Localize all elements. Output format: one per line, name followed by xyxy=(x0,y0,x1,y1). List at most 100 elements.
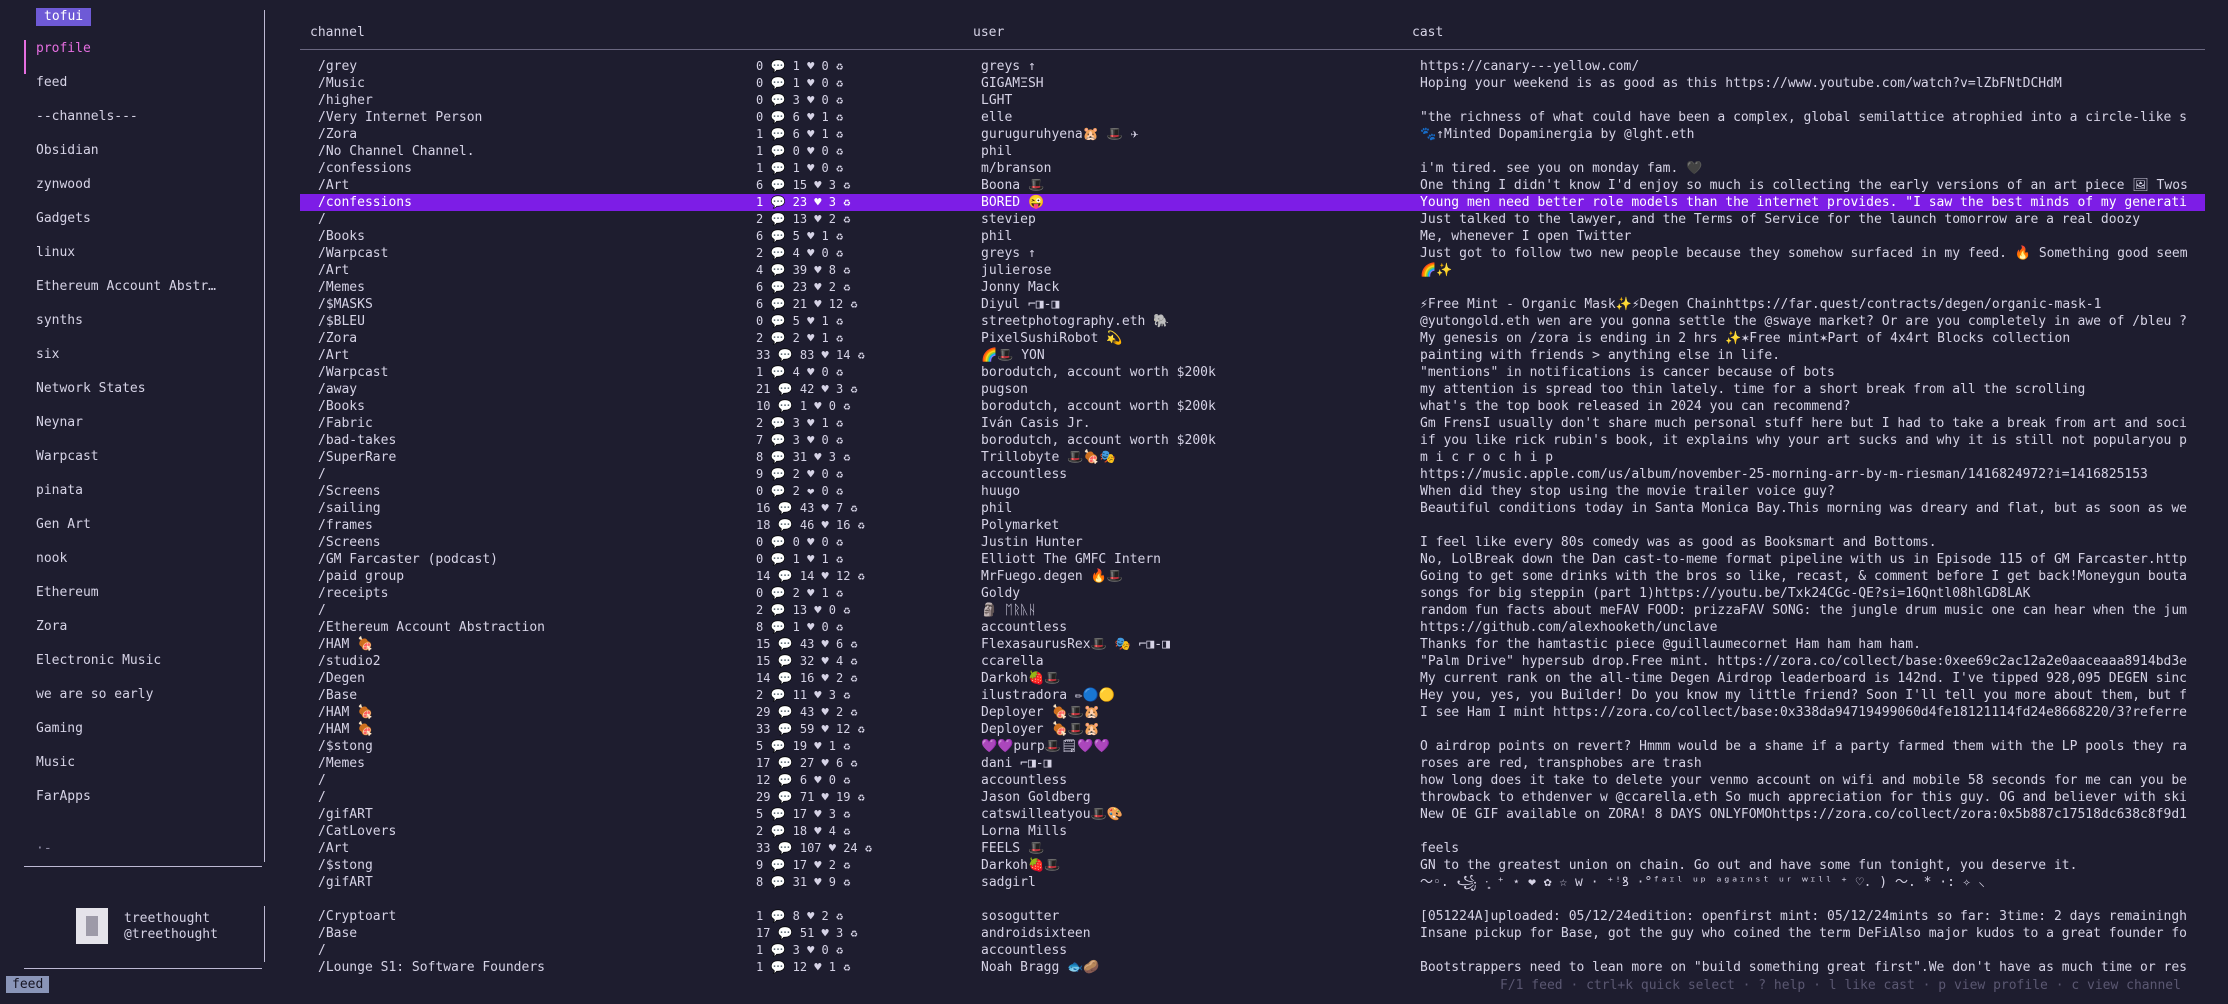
cast-row[interactable]: /HAM 🍖 33 💬 59 ♥ 12 ♻ Deployer 🍖🎩🐹 xyxy=(300,721,2205,738)
cast-row[interactable]: /Cryptoart 1 💬 8 ♥ 2 ♻ sosogutter [051224A]… xyxy=(300,908,2205,925)
user-cell: Elliott The GMFC Intern xyxy=(981,552,1162,567)
cast-row[interactable]: /$stong 9 💬 17 ♥ 2 ♻ Darkoh🍓🎩 GN to the gre… xyxy=(300,857,2205,874)
stats-cell: 0 💬 3 ♥ 0 ♻ xyxy=(756,93,844,107)
cast-row[interactable]: /Base 17 💬 51 ♥ 3 ♻ androidsixteen Insane p… xyxy=(300,925,2205,942)
cast-row[interactable]: /away 21 💬 42 ♥ 3 ♻ pugson my attention is … xyxy=(300,381,2205,398)
sidebar-item-profile[interactable]: profile xyxy=(24,40,264,74)
sidebar-item-farapps[interactable]: FarApps xyxy=(24,788,264,822)
cast-row[interactable]: /Music 0 💬 1 ♥ 0 ♻ GIGAMΞSH Hoping your wee… xyxy=(300,75,2205,92)
cast-row[interactable]: /CatLovers 2 💬 18 ♥ 4 ♻ Lorna Mills xyxy=(300,823,2205,840)
channel-cell: /$MASKS xyxy=(318,297,373,312)
stats-cell: 0 💬 1 ♥ 0 ♻ xyxy=(756,59,844,73)
cast-row[interactable]: /gifART 8 💬 31 ♥ 9 ♻ sadgirl ～◦. ꧁ ·̩͙ ⁺ ⋆ … xyxy=(300,874,2205,891)
sidebar-item-warpcast[interactable]: Warpcast xyxy=(24,448,264,482)
user-avatar[interactable] xyxy=(76,908,108,944)
user-cell: Polymarket xyxy=(981,518,1060,533)
cast-row[interactable]: /Memes 6 💬 23 ♥ 2 ♻ Jonny Mack xyxy=(300,279,2205,296)
user-cell: GIGAMΞSH xyxy=(981,76,1044,91)
channel-cell: /Art xyxy=(318,263,350,278)
sidebar-item-six[interactable]: six xyxy=(24,346,264,380)
cast-row[interactable]: /$MASKS 6 💬 21 ♥ 12 ♻ Diyul ⌐◨-◨ ⚡Free Mint… xyxy=(300,296,2205,313)
cast-row[interactable]: /Screens 0 💬 2 ❤ 0 ♻ huugo When did they st… xyxy=(300,483,2205,500)
cast-row[interactable]: /No Channel Channel. 1 💬 0 ♥ 0 ♻ phil xyxy=(300,143,2205,160)
cast-row[interactable]: /Lounge S1: Software Founders 1 💬 12 ♥ 1 … xyxy=(300,959,2205,976)
cast-row[interactable]: /Very Internet Person 0 💬 6 ♥ 1 ♻ elle "the… xyxy=(300,109,2205,126)
cast-row[interactable]: /grey 0 💬 1 ♥ 0 ♻ greys ↑ https://canary---… xyxy=(300,58,2205,75)
sidebar-item-gen-art[interactable]: Gen Art xyxy=(24,516,264,550)
cast-row[interactable]: / 2 💬 13 ♥ 2 ♻ steviep Just talked to the l… xyxy=(300,211,2205,228)
sidebar-item-channels[interactable]: --channels--- xyxy=(24,108,264,142)
cast-row[interactable]: /Art 33 💬 83 ♥ 14 ♻ 🌈🎩 YON painting with fr… xyxy=(300,347,2205,364)
cast-row[interactable]: /Memes 17 💬 27 ♥ 6 ♻ dani ⌐◨-◨ roses are re… xyxy=(300,755,2205,772)
cast-row[interactable]: /Fabric 2 💬 3 ♥ 1 ♻ Iván Casis Jr. Gm Frens… xyxy=(300,415,2205,432)
cast-row[interactable]: /Art 33 💬 107 ♥ 24 ♻ FEELS 🎩 feels xyxy=(300,840,2205,857)
user-cell: phil xyxy=(981,501,1013,516)
sidebar-item-music[interactable]: Music xyxy=(24,754,264,788)
cast-row[interactable]: /HAM 🍖 29 💬 43 ♥ 2 ♻ Deployer 🍖🎩🐹 I see Ham… xyxy=(300,704,2205,721)
sidebar-item-zora[interactable]: Zora xyxy=(24,618,264,652)
cast-row[interactable]: /Base 2 💬 11 ♥ 3 ♻ ilustradora ✏🔵🟡 Hey you,… xyxy=(300,687,2205,704)
stats-cell: 33 💬 83 ♥ 14 ♻ xyxy=(756,348,865,362)
cast-row[interactable]: /bad-takes 7 💬 3 ♥ 0 ♻ borodutch, account … xyxy=(300,432,2205,449)
cast-cell: No, LolBreak down the Dan cast-to-meme f… xyxy=(1420,552,2188,567)
cast-row[interactable]: /Ethereum Account Abstraction 8 💬 1 ♥ 0 ♻… xyxy=(300,619,2205,636)
cast-row[interactable]: /Art 4 💬 39 ♥ 8 ♻ julierose 🌈✨ xyxy=(300,262,2205,279)
cast-row[interactable]: /receipts 0 💬 2 ♥ 1 ♻ Goldy songs for big s… xyxy=(300,585,2205,602)
sidebar-item-zynwood[interactable]: zynwood xyxy=(24,176,264,210)
sidebar-item-ethereum[interactable]: Ethereum xyxy=(24,584,264,618)
cast-row[interactable]: /Zora 1 💬 6 ♥ 1 ♻ guruguruhyena🐹 🎩 ✈ 🐾↑Mint… xyxy=(300,126,2205,143)
cast-cell: [051224A]uploaded: 05/12/24edition: open… xyxy=(1420,909,2188,924)
cast-cell: 🐾↑Minted Dopaminergia by @lght.eth xyxy=(1420,127,1695,142)
cast-row[interactable]: /$stong 5 💬 19 ♥ 1 ♻ 💜💜purp🎩🗒💜💜 O airdrop p… xyxy=(300,738,2205,755)
sidebar-item-synths[interactable]: synths xyxy=(24,312,264,346)
sidebar-item-network-states[interactable]: Network States xyxy=(24,380,264,414)
cast-row[interactable]: /Art 6 💬 15 ♥ 3 ♻ Boona 🎩 One thing I didn'… xyxy=(300,177,2205,194)
sidebar-item-ethereum-account-abstr[interactable]: Ethereum Account Abstr… xyxy=(24,278,264,312)
cast-row[interactable]: /higher 0 💬 3 ♥ 0 ♻ LGHT xyxy=(300,92,2205,109)
cast-row[interactable]: /confessions 1 💬 23 ♥ 3 ♻ BORED 😜 Young men… xyxy=(300,194,2205,211)
cast-row[interactable]: /GM Farcaster (podcast) 0 💬 1 ♥ 1 ♻ Elliot… xyxy=(300,551,2205,568)
stats-cell: 9 💬 17 ♥ 2 ♻ xyxy=(756,858,851,872)
user-cell: 🌈🎩 YON xyxy=(981,348,1045,363)
channel-cell: /Base xyxy=(318,688,358,703)
sidebar-item-we-are-so-early[interactable]: we are so early xyxy=(24,686,264,720)
sidebar-item-neynar[interactable]: Neynar xyxy=(24,414,264,448)
sidebar-item-gadgets[interactable]: Gadgets xyxy=(24,210,264,244)
cast-row[interactable]: /Warpcast 2 💬 4 ♥ 0 ♻ greys ↑ Just got to f… xyxy=(300,245,2205,262)
stats-cell: 10 💬 1 ♥ 0 ♻ xyxy=(756,399,851,413)
cast-row[interactable]: /studio2 15 💬 32 ♥ 4 ♻ ccarella "Palm Drive… xyxy=(300,653,2205,670)
sidebar-item-electronic-music[interactable]: Electronic Music xyxy=(24,652,264,686)
stats-cell: 1 💬 12 ♥ 1 ♻ xyxy=(756,960,851,974)
cast-row[interactable]: / 29 💬 71 ♥ 19 ♻ Jason Goldberg throwback t… xyxy=(300,789,2205,806)
sidebar-item-obsidian[interactable]: Obsidian xyxy=(24,142,264,176)
stats-cell: 1 💬 0 ♥ 0 ♻ xyxy=(756,144,844,158)
cast-row[interactable]: /Books 10 💬 1 ♥ 0 ♻ borodutch, account wor… xyxy=(300,398,2205,415)
cast-row[interactable]: /Screens 0 💬 0 ♥ 0 ♻ Justin Hunter I feel l… xyxy=(300,534,2205,551)
sidebar-item-nook[interactable]: nook xyxy=(24,550,264,584)
stats-cell: 0 💬 2 ❤ 0 ♻ xyxy=(756,484,844,498)
cast-row[interactable]: /gifART 5 💬 17 ♥ 3 ♻ catswilleatyou🎩🎨 New O… xyxy=(300,806,2205,823)
cast-row[interactable]: / 2 💬 13 ♥ 0 ♻ 🗿 ᛖᚱᚣᚺ random fun facts abou… xyxy=(300,602,2205,619)
cast-row[interactable]: /confessions 1 💬 1 ♥ 0 ♻ m/branson i'm tire… xyxy=(300,160,2205,177)
cast-row[interactable]: /Degen 14 💬 16 ♥ 2 ♻ Darkoh🍓🎩 My current ra… xyxy=(300,670,2205,687)
cast-row[interactable]: /SuperRare 8 💬 31 ♥ 3 ♻ Trillobyte 🎩🍖🎭 m i … xyxy=(300,449,2205,466)
cast-row[interactable]: /$BLEU 0 💬 5 ♥ 1 ♻ streetphotography.eth 🐘… xyxy=(300,313,2205,330)
sidebar-item-linux[interactable]: linux xyxy=(24,244,264,278)
cast-row[interactable]: /HAM 🍖 15 💬 43 ♥ 6 ♻ FlexasaurusRex🎩 🎭 ⌐◨-… xyxy=(300,636,2205,653)
cast-row[interactable]: / 12 💬 6 ♥ 0 ♻ accountless how long does it… xyxy=(300,772,2205,789)
user-cell: Lorna Mills xyxy=(981,824,1068,839)
cast-row[interactable]: /paid group 14 💬 14 ♥ 12 ♻ MrFuego.degen 🔥… xyxy=(300,568,2205,585)
cast-row[interactable]: / 1 💬 3 ♥ 0 ♻ accountless xyxy=(300,942,2205,959)
user-cell: Darkoh🍓🎩 xyxy=(981,671,1061,686)
cast-row[interactable]: /Books 6 💬 5 ♥ 1 ♻ phil Me, whenever I open… xyxy=(300,228,2205,245)
cast-row[interactable]: / 9 💬 2 ♥ 0 ♻ accountless https://music.app… xyxy=(300,466,2205,483)
sidebar-item-feed[interactable]: feed xyxy=(24,74,264,108)
cast-row[interactable]: /Zora 2 💬 2 ♥ 1 ♻ PixelSushiRobot 💫 My gene… xyxy=(300,330,2205,347)
user-cell: 🗿 ᛖᚱᚣᚺ xyxy=(981,603,1037,618)
cast-row[interactable]: /Warpcast 1 💬 4 ♥ 0 ♻ borodutch, account w… xyxy=(300,364,2205,381)
sidebar-item-gaming[interactable]: Gaming xyxy=(24,720,264,754)
cast-row[interactable]: /sailing 16 💬 43 ♥ 7 ♻ phil Beautiful condi… xyxy=(300,500,2205,517)
sidebar-item-pinata[interactable]: pinata xyxy=(24,482,264,516)
cast-row[interactable]: /frames 18 💬 46 ♥ 16 ♻ Polymarket xyxy=(300,517,2205,534)
stats-cell: 21 💬 42 ♥ 3 ♻ xyxy=(756,382,858,396)
